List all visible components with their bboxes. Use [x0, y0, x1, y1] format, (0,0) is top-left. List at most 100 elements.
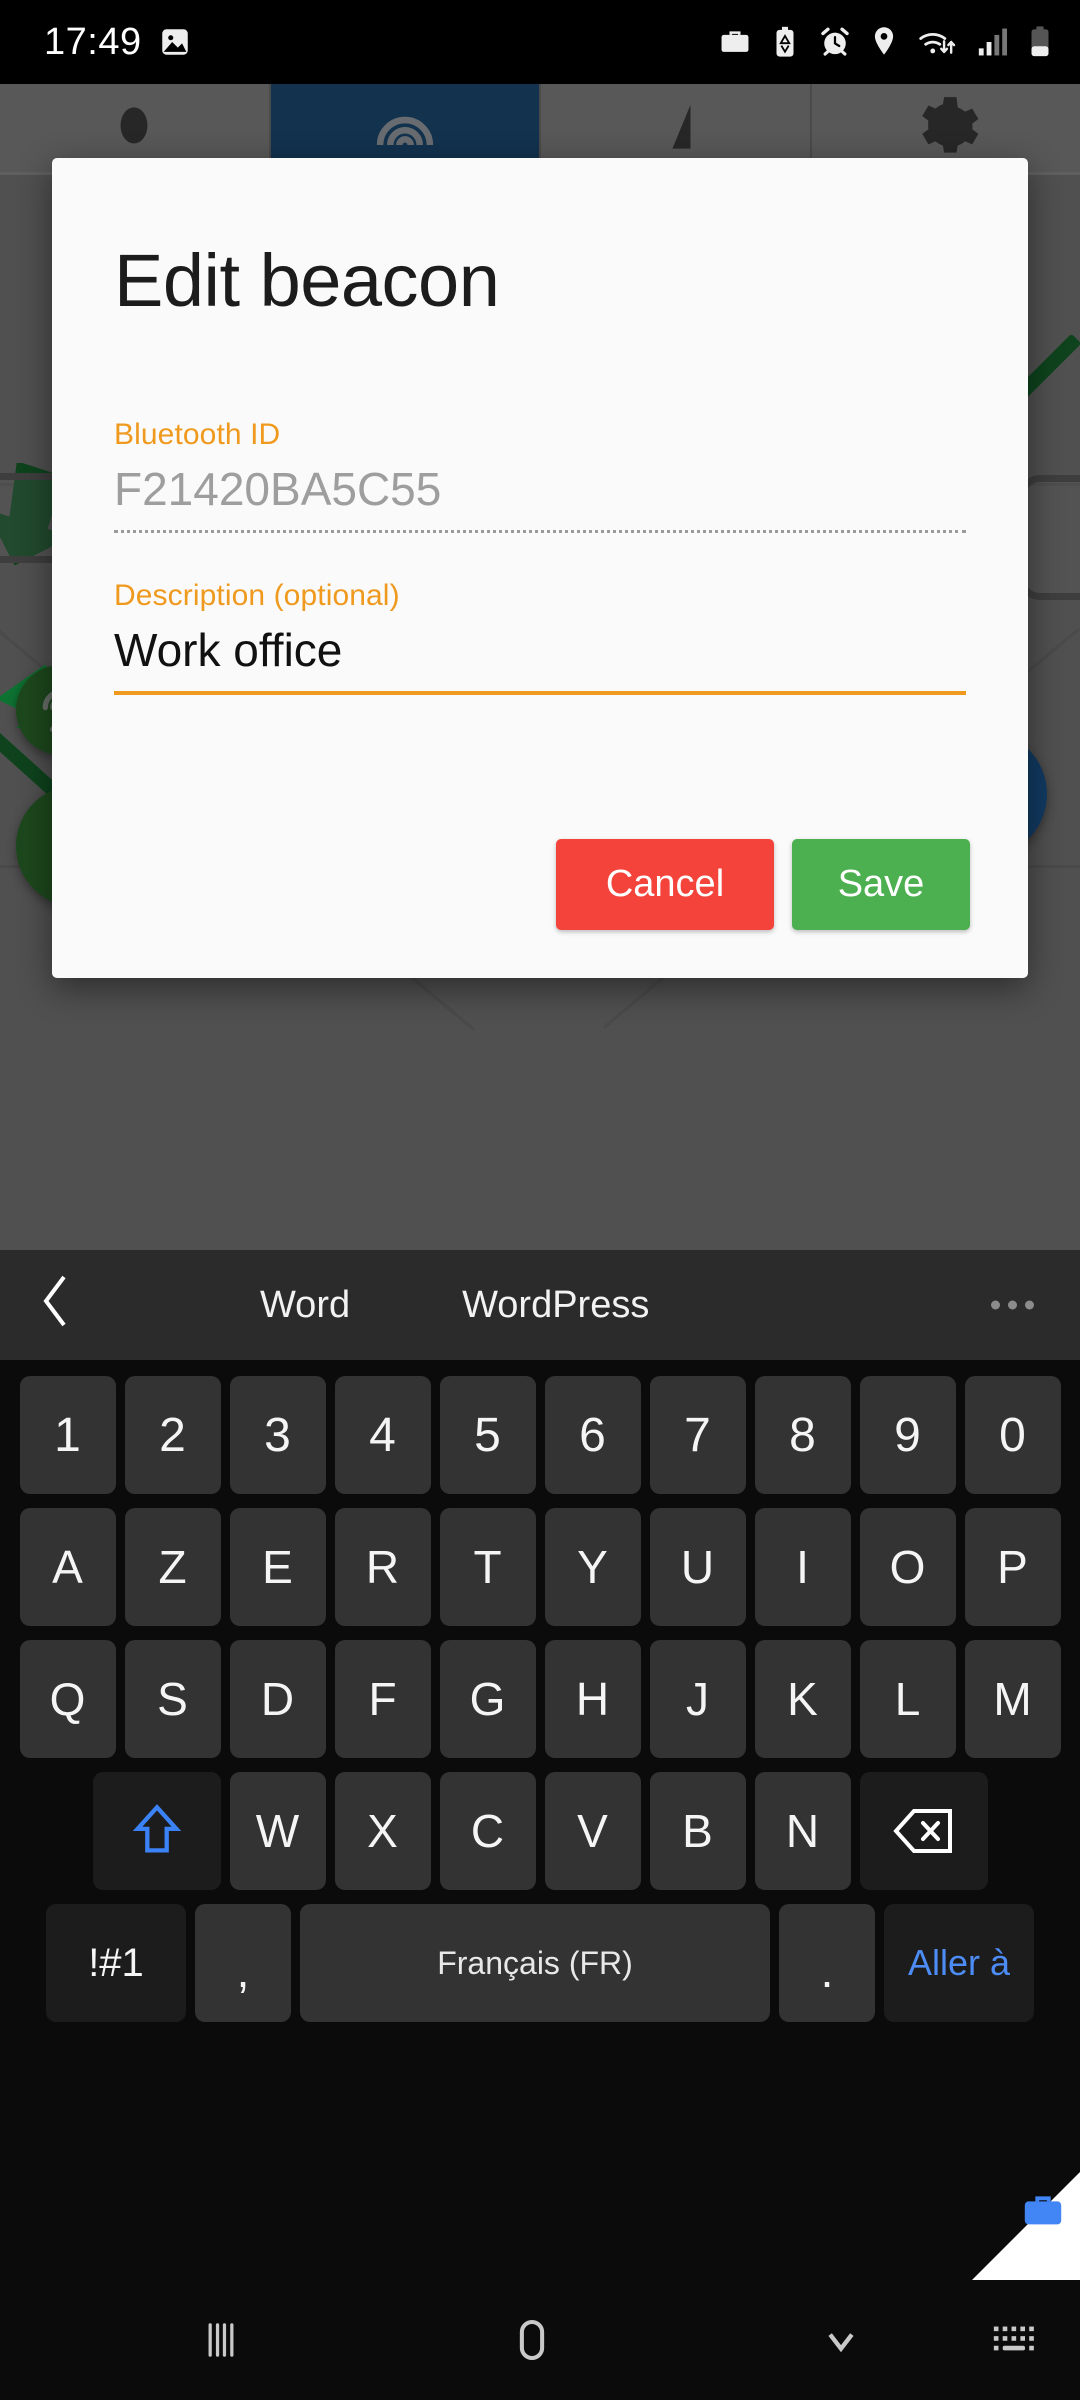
- suggestion-word-1[interactable]: Word: [260, 1284, 350, 1327]
- status-bar: 17:49: [0, 0, 1080, 84]
- key-p[interactable]: P: [964, 1508, 1061, 1626]
- bluetooth-id-input: F21420BA5C55: [114, 462, 442, 515]
- key-d[interactable]: D: [229, 1640, 326, 1758]
- key-0[interactable]: 0: [964, 1376, 1061, 1494]
- keyboard-toggle-button[interactable]: [990, 2320, 1040, 2360]
- key-6[interactable]: 6: [544, 1376, 641, 1494]
- chevron-down-dismiss-icon: [828, 2333, 854, 2353]
- key-l[interactable]: L: [859, 1640, 956, 1758]
- key-2[interactable]: 2: [124, 1376, 221, 1494]
- shift-arrow-icon: [132, 1804, 181, 1853]
- key-v[interactable]: V: [544, 1772, 641, 1890]
- keyboard-row-home: Q S D F G H J K L M: [0, 1640, 1080, 1758]
- overflow-dots-icon: [1008, 1300, 1017, 1310]
- key-q[interactable]: Q: [19, 1640, 116, 1758]
- key-4[interactable]: 4: [334, 1376, 431, 1494]
- key-c[interactable]: C: [439, 1772, 536, 1890]
- key-1[interactable]: 1: [19, 1376, 116, 1494]
- beacon-icon: [376, 116, 433, 146]
- description-underline: [114, 690, 966, 695]
- key-j[interactable]: J: [649, 1640, 746, 1758]
- keyboard: Word WordPress 1 2 3 4 5 6 7 8 9 0 A Z E…: [0, 1250, 1080, 2280]
- alarm-clock-icon: [821, 27, 849, 56]
- battery-icon: [1031, 26, 1049, 57]
- save-button[interactable]: Save: [792, 839, 970, 930]
- key-r[interactable]: R: [334, 1508, 431, 1626]
- cellular-signal-icon: [978, 28, 1008, 56]
- key-n[interactable]: N: [754, 1772, 851, 1890]
- suggestion-back-button[interactable]: [40, 1272, 110, 1339]
- suggestion-overflow-button[interactable]: [991, 1300, 1034, 1310]
- status-bar-right: [718, 25, 1052, 59]
- key-9[interactable]: 9: [859, 1376, 956, 1494]
- key-8[interactable]: 8: [754, 1376, 851, 1494]
- home-button[interactable]: [505, 2313, 559, 2367]
- keyboard-row-numbers: 1 2 3 4 5 6 7 8 9 0: [0, 1376, 1080, 1494]
- key-7[interactable]: 7: [649, 1376, 746, 1494]
- space-key[interactable]: Français (FR): [300, 1904, 770, 2022]
- bluetooth-id-underline: [114, 529, 966, 533]
- briefcase-icon: [1024, 2196, 1062, 2225]
- key-m[interactable]: M: [964, 1640, 1061, 1758]
- overflow-dots-icon: [991, 1300, 1000, 1310]
- description-field: Description (optional) Work office: [114, 579, 966, 695]
- wifi-icon: [919, 33, 956, 54]
- dialog-actions: Cancel Save: [52, 839, 1028, 978]
- map-marker-icon: [120, 107, 148, 144]
- keyboard-row-bottom-letters: W X C V B N: [0, 1772, 1080, 1890]
- key-o[interactable]: O: [859, 1508, 956, 1626]
- key-f[interactable]: F: [334, 1640, 431, 1758]
- description-label: Description (optional): [114, 578, 400, 612]
- overflow-dots-icon: [1025, 1300, 1034, 1310]
- signal-bars-icon: [672, 104, 691, 149]
- symbols-key[interactable]: !#1: [46, 1904, 186, 2022]
- period-key[interactable]: .: [779, 1904, 875, 2022]
- description-input[interactable]: Work office: [114, 623, 966, 691]
- key-s[interactable]: S: [124, 1640, 221, 1758]
- key-g[interactable]: G: [439, 1640, 536, 1758]
- recents-button[interactable]: [195, 2314, 247, 2366]
- recents-icon: [208, 2323, 234, 2357]
- key-5[interactable]: 5: [439, 1376, 536, 1494]
- keyboard-row-function: !#1 , Français (FR) . Aller à: [0, 1904, 1080, 2022]
- phone-screen: Edit beacon Bluetooth ID F21420BA5C55 De…: [0, 0, 1080, 2400]
- edit-beacon-dialog: Edit beacon Bluetooth ID F21420BA5C55 De…: [52, 158, 1028, 978]
- status-bar-left: 17:49: [44, 21, 192, 64]
- key-a[interactable]: A: [19, 1508, 116, 1626]
- chevron-left-icon: [43, 1275, 66, 1326]
- navigation-bar: [0, 2280, 1080, 2400]
- key-i[interactable]: I: [754, 1508, 851, 1626]
- key-k[interactable]: K: [754, 1640, 851, 1758]
- key-3[interactable]: 3: [229, 1376, 326, 1494]
- home-icon: [519, 2319, 545, 2361]
- key-b[interactable]: B: [649, 1772, 746, 1890]
- comma-key[interactable]: ,: [195, 1904, 291, 2022]
- key-y[interactable]: Y: [544, 1508, 641, 1626]
- dialog-title: Edit beacon: [114, 239, 500, 322]
- suggestion-bar: Word WordPress: [0, 1250, 1080, 1360]
- key-x[interactable]: X: [334, 1772, 431, 1890]
- suggestion-word-2[interactable]: WordPress: [462, 1284, 649, 1327]
- backspace-key[interactable]: [859, 1772, 988, 1890]
- enter-key[interactable]: Aller à: [884, 1904, 1034, 2022]
- back-button[interactable]: [815, 2314, 867, 2366]
- key-w[interactable]: W: [229, 1772, 326, 1890]
- key-e[interactable]: E: [229, 1508, 326, 1626]
- key-u[interactable]: U: [649, 1508, 746, 1626]
- image-icon: [161, 29, 188, 55]
- work-profile-badge: [972, 2172, 1080, 2280]
- bluetooth-id-label: Bluetooth ID: [114, 417, 281, 451]
- keyboard-toggle-icon: [993, 2326, 1034, 2351]
- gear-icon: [922, 97, 979, 153]
- status-clock: 17:49: [44, 20, 142, 63]
- keyboard-row-top: A Z E R T Y U I O P: [0, 1508, 1080, 1626]
- location-pin-icon: [874, 27, 894, 55]
- work-profile-briefcase-icon: [721, 31, 749, 52]
- bluetooth-id-field: Bluetooth ID F21420BA5C55: [114, 418, 966, 533]
- cancel-button[interactable]: Cancel: [556, 839, 774, 930]
- backspace-icon: [892, 1809, 952, 1853]
- shift-key[interactable]: [92, 1772, 221, 1890]
- key-h[interactable]: H: [544, 1640, 641, 1758]
- key-t[interactable]: T: [439, 1508, 536, 1626]
- key-z[interactable]: Z: [124, 1508, 221, 1626]
